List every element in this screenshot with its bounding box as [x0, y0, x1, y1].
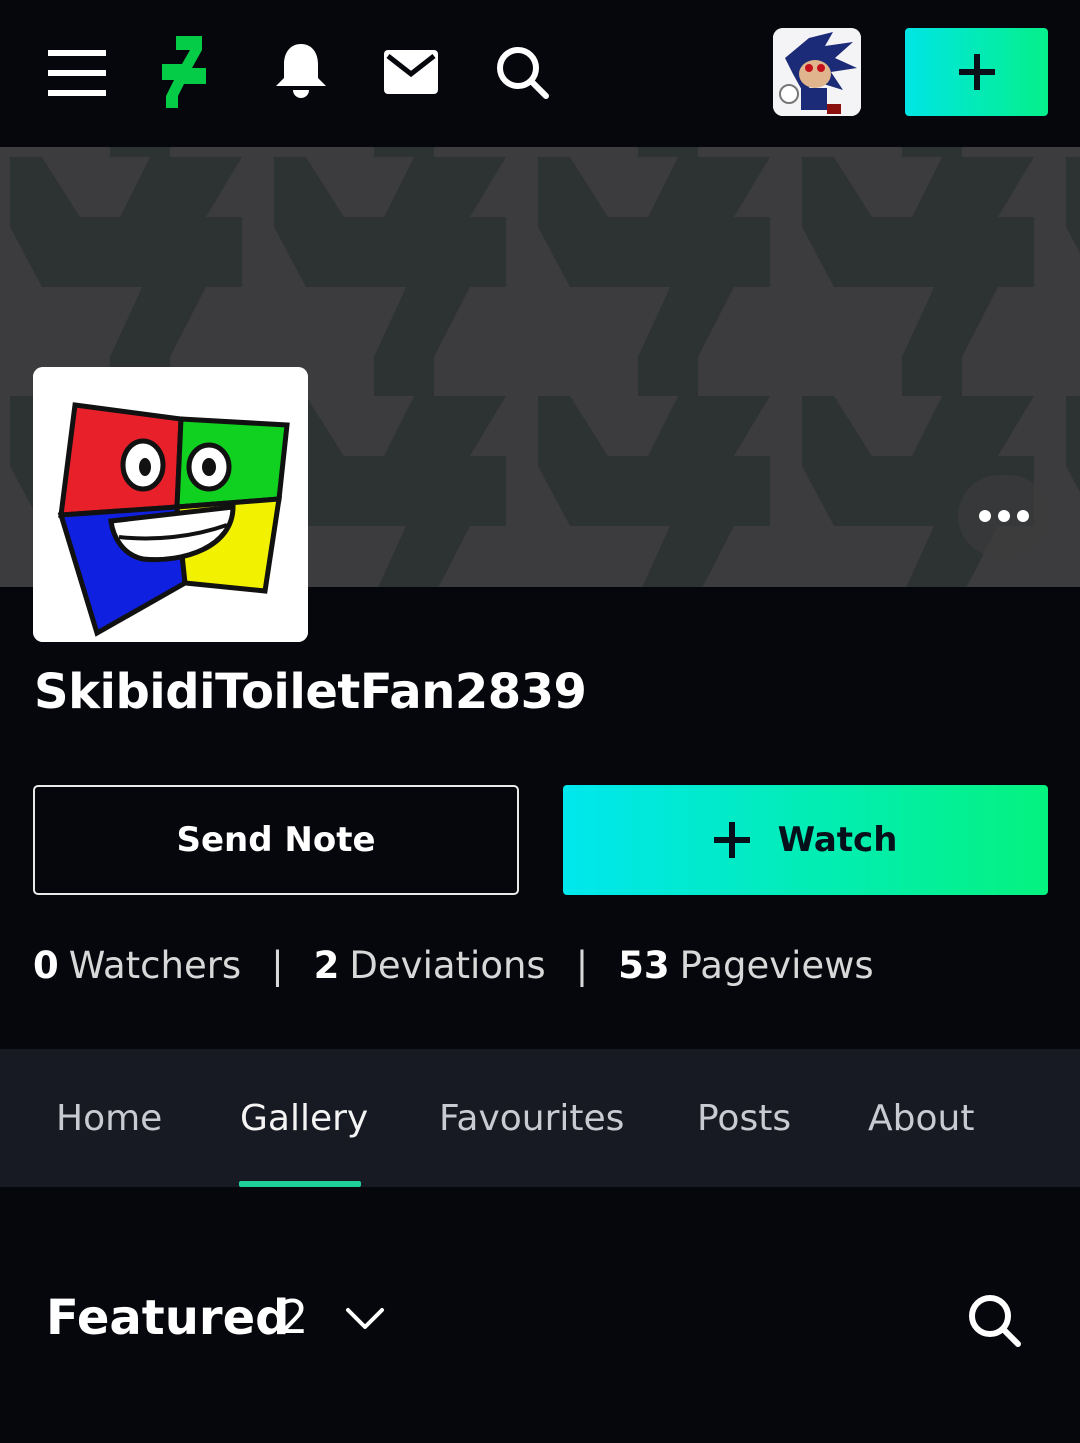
tab-about[interactable]: About	[868, 1049, 974, 1187]
search-icon[interactable]	[494, 44, 550, 100]
plus-icon	[713, 822, 750, 858]
mail-icon[interactable]	[384, 50, 438, 94]
profile-username: SkibidiToiletFan2839	[34, 664, 587, 720]
more-horizontal-icon	[979, 510, 1029, 522]
plus-icon	[958, 54, 995, 90]
windows-face-avatar-image	[33, 367, 308, 642]
tab-gallery[interactable]: Gallery	[240, 1049, 368, 1187]
stats-separator: |	[575, 943, 589, 987]
deviantart-logo-icon[interactable]	[162, 36, 212, 108]
user-avatar[interactable]	[773, 28, 861, 116]
featured-folder-count: 2	[279, 1290, 309, 1344]
bell-icon[interactable]	[274, 42, 328, 100]
watch-button-label: Watch	[777, 820, 898, 860]
more-options-button[interactable]	[958, 475, 1050, 557]
top-navigation-bar	[0, 0, 1080, 147]
submit-button[interactable]	[905, 28, 1048, 116]
deviations-count: 2	[313, 943, 340, 987]
profile-avatar[interactable]	[33, 367, 308, 642]
pageviews-count: 53	[618, 943, 670, 987]
featured-folder-title[interactable]: Featured	[46, 1290, 290, 1346]
chevron-down-icon[interactable]	[344, 1302, 386, 1334]
send-note-button[interactable]: Send Note	[33, 785, 519, 895]
hedgehog-avatar-image	[773, 28, 861, 116]
gallery-search-icon[interactable]	[966, 1292, 1022, 1348]
tab-home[interactable]: Home	[56, 1049, 162, 1187]
stats-separator: |	[271, 943, 284, 987]
active-tab-indicator	[239, 1181, 361, 1187]
hamburger-menu-icon[interactable]	[48, 48, 106, 98]
profile-tabs: Home Gallery Favourites Posts About	[0, 1049, 1080, 1187]
tab-posts[interactable]: Posts	[697, 1049, 791, 1187]
watch-button[interactable]: Watch	[563, 785, 1048, 895]
deviations-label[interactable]: Deviations	[349, 944, 545, 987]
tab-favourites[interactable]: Favourites	[439, 1049, 624, 1187]
watchers-label[interactable]: Watchers	[69, 944, 241, 987]
pageviews-label: Pageviews	[679, 943, 874, 987]
profile-stats: 0 Watchers | 2 Deviations | 53 Pageviews	[33, 940, 874, 990]
watchers-count: 0	[33, 943, 59, 987]
